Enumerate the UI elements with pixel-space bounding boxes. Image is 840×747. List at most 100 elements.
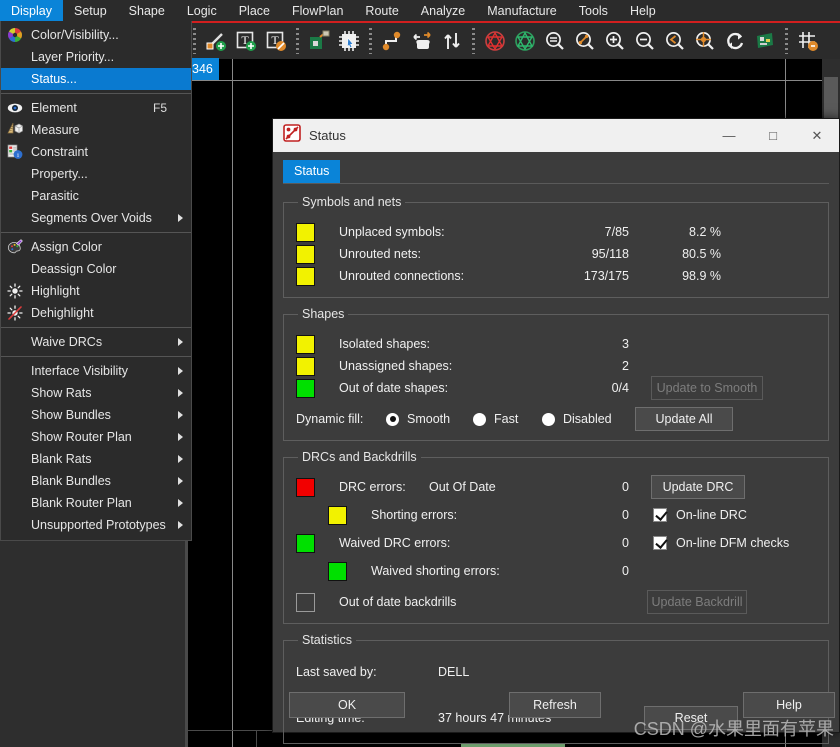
- close-button[interactable]: ✕: [795, 119, 839, 152]
- menu-item-assign-color[interactable]: Assign Color: [1, 236, 191, 258]
- update-drc-button[interactable]: Update DRC: [651, 475, 745, 499]
- place-chip-icon[interactable]: [335, 27, 363, 55]
- radio-disabled[interactable]: [542, 412, 555, 426]
- menu-item-dehighlight[interactable]: Dehighlight: [1, 302, 191, 324]
- label-waived-drc-errors: Waived DRC errors:: [339, 536, 451, 550]
- add-connect-icon[interactable]: [378, 27, 406, 55]
- menu-place[interactable]: Place: [228, 0, 281, 21]
- zoom-center-icon[interactable]: [691, 27, 719, 55]
- submenu-arrow-icon: [178, 433, 183, 441]
- color-swatch-unrouted-connections[interactable]: [296, 266, 315, 286]
- dialog-title-bar[interactable]: Status — □ ✕: [273, 119, 839, 152]
- group-statistics-legend: Statistics: [302, 633, 353, 647]
- color-swatch-unrouted-nets[interactable]: [296, 244, 315, 264]
- zoom-by-points-icon[interactable]: [571, 27, 599, 55]
- submenu-arrow-icon: [178, 499, 183, 507]
- menu-route[interactable]: Route: [354, 0, 409, 21]
- update-to-smooth-button[interactable]: Update to Smooth: [651, 376, 763, 400]
- submenu-arrow-icon: [178, 477, 183, 485]
- menu-item-interface-visibility[interactable]: Interface Visibility: [1, 360, 191, 382]
- color-swatch-unassigned-shapes[interactable]: [296, 356, 315, 376]
- add-line-icon[interactable]: [202, 27, 230, 55]
- ok-button[interactable]: OK: [289, 692, 405, 718]
- color-swatch-waived-drc-errors[interactable]: [296, 533, 315, 553]
- menu-logic[interactable]: Logic: [176, 0, 228, 21]
- color-swatch-unplaced-symbols[interactable]: [296, 222, 315, 242]
- menu-item-label: Deassign Color: [31, 262, 117, 276]
- grid-toggle-icon[interactable]: [794, 27, 822, 55]
- menu-item-waive-drcs[interactable]: Waive DRCs: [1, 331, 191, 353]
- radio-smooth[interactable]: [386, 412, 399, 426]
- label-fast: Fast: [494, 412, 519, 426]
- color-swatch-waived-shorting-errors[interactable]: [328, 561, 347, 581]
- menu-analyze[interactable]: Analyze: [410, 0, 476, 21]
- menu-item-show-rats[interactable]: Show Rats: [1, 382, 191, 404]
- add-text-icon[interactable]: T: [232, 27, 260, 55]
- menu-item-element[interactable]: Element F5: [1, 97, 191, 119]
- redraw-icon[interactable]: [721, 27, 749, 55]
- menu-setup[interactable]: Setup: [63, 0, 118, 21]
- menu-item-constraint[interactable]: i Constraint: [1, 141, 191, 163]
- menu-item-segments-over-voids[interactable]: Segments Over Voids: [1, 207, 191, 229]
- zoom-previous-icon[interactable]: [661, 27, 689, 55]
- menu-display[interactable]: Display: [0, 0, 63, 21]
- menu-item-layer-priority[interactable]: Layer Priority...: [1, 46, 191, 68]
- zoom-fit-icon[interactable]: [541, 27, 569, 55]
- row-unassigned-shapes: Unassigned shapes: 2: [296, 355, 816, 377]
- toolbar-separator: [193, 28, 196, 54]
- menu-item-status[interactable]: Status...: [1, 68, 191, 90]
- zoom-in-icon[interactable]: [601, 27, 629, 55]
- menu-item-blank-router-plan[interactable]: Blank Router Plan: [1, 492, 191, 514]
- menu-item-parasitic[interactable]: Parasitic: [1, 185, 191, 207]
- menu-item-highlight[interactable]: Highlight: [1, 280, 191, 302]
- menu-item-unsupported-prototypes[interactable]: Unsupported Prototypes: [1, 514, 191, 536]
- tab-status[interactable]: Status: [283, 160, 341, 183]
- menu-manufacture[interactable]: Manufacture: [476, 0, 567, 21]
- refresh-button[interactable]: Refresh: [509, 692, 601, 718]
- color-swatch-out-of-date-shapes[interactable]: [296, 378, 315, 398]
- zoom-out-icon[interactable]: [631, 27, 659, 55]
- slide-icon[interactable]: [408, 27, 436, 55]
- group-shapes-legend: Shapes: [302, 307, 345, 321]
- radio-fast[interactable]: [473, 412, 486, 426]
- menu-shape[interactable]: Shape: [118, 0, 176, 21]
- menu-item-blank-bundles[interactable]: Blank Bundles: [1, 470, 191, 492]
- row-dynamic-fill: Dynamic fill: Smooth Fast Disabled Updat…: [296, 407, 816, 431]
- svg-text:i: i: [17, 152, 19, 159]
- display-menu-dropdown: Color/Visibility... Layer Priority... Stat…: [0, 21, 192, 541]
- color-swatch-isolated-shapes[interactable]: [296, 334, 315, 354]
- menu-tools[interactable]: Tools: [568, 0, 619, 21]
- minimize-button[interactable]: —: [707, 119, 751, 152]
- menu-flowplan[interactable]: FlowPlan: [281, 0, 354, 21]
- menu-item-label: Measure: [31, 123, 80, 137]
- menu-item-measure[interactable]: Measure: [1, 119, 191, 141]
- maximize-button[interactable]: □: [751, 119, 795, 152]
- checkbox-online-dfm[interactable]: [653, 536, 667, 550]
- percent-unplaced-symbols: 8.2 %: [689, 225, 721, 239]
- color-swatch-drc-errors[interactable]: [296, 477, 315, 497]
- menu-help[interactable]: Help: [619, 0, 667, 21]
- menu-item-show-bundles[interactable]: Show Bundles: [1, 404, 191, 426]
- menu-item-label: Element: [31, 101, 77, 115]
- delete-text-icon[interactable]: T: [262, 27, 290, 55]
- menu-item-label: Color/Visibility...: [31, 28, 119, 42]
- menu-item-color-visibility[interactable]: Color/Visibility...: [1, 24, 191, 46]
- menu-item-show-router-plan[interactable]: Show Router Plan: [1, 426, 191, 448]
- rats-nest-green-icon[interactable]: [511, 27, 539, 55]
- color-swatch-out-of-date-backdrills[interactable]: [296, 592, 315, 612]
- group-shapes: Shapes Isolated shapes: 3 Unassigned sha…: [283, 307, 829, 441]
- submenu-arrow-icon: [178, 214, 183, 222]
- update-all-button[interactable]: Update All: [635, 407, 733, 431]
- board-icon[interactable]: [751, 27, 779, 55]
- update-backdrill-button[interactable]: Update Backdrill: [647, 590, 747, 614]
- swap-icon[interactable]: [438, 27, 466, 55]
- label-unplaced-symbols: Unplaced symbols:: [339, 225, 445, 239]
- checkbox-online-drc[interactable]: [653, 508, 667, 522]
- add-component-icon[interactable]: [305, 27, 333, 55]
- rats-nest-red-icon[interactable]: [481, 27, 509, 55]
- menu-item-deassign-color[interactable]: Deassign Color: [1, 258, 191, 280]
- color-swatch-shorting-errors[interactable]: [328, 505, 347, 525]
- menu-item-property[interactable]: Property...: [1, 163, 191, 185]
- menu-item-blank-rats[interactable]: Blank Rats: [1, 448, 191, 470]
- toolbar-separator: [369, 28, 372, 54]
